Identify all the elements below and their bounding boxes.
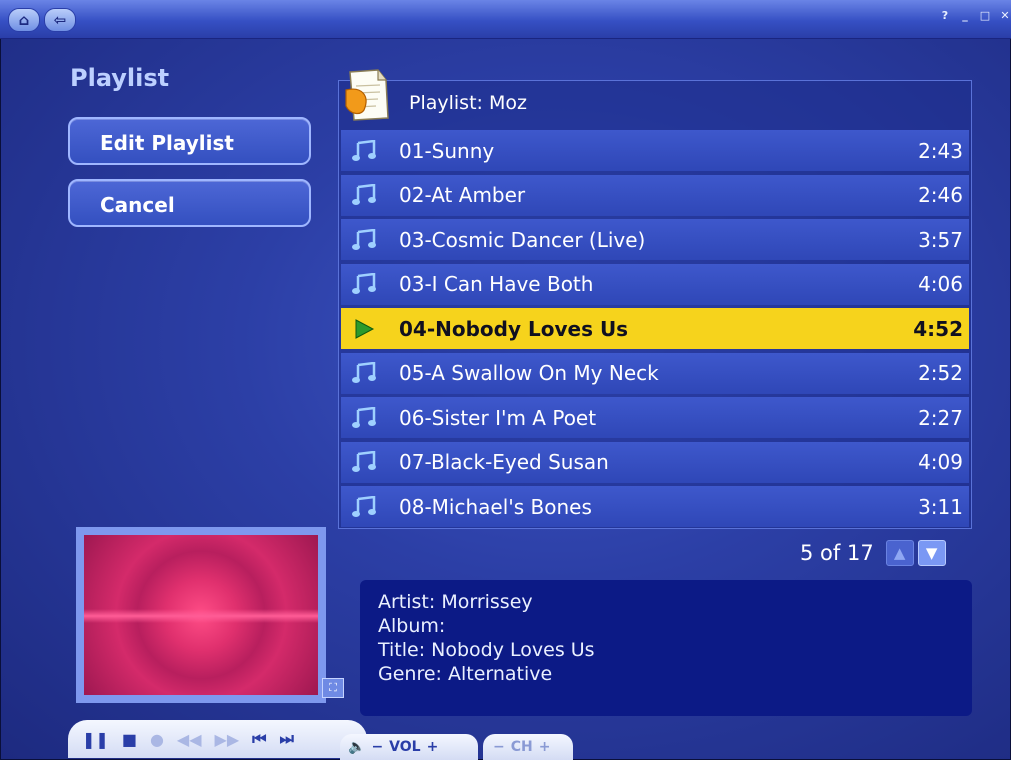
genre-field: Genre: Alternative — [378, 663, 553, 685]
track-row-selected[interactable]: 04-Nobody Loves Us 4:52 — [341, 308, 969, 349]
channel-down-icon[interactable]: − — [493, 739, 505, 755]
maximize-button[interactable]: □ — [978, 8, 992, 22]
section-title: Playlist — [70, 64, 170, 92]
track-row[interactable]: 05-A Swallow On My Neck 2:52 — [341, 352, 969, 394]
track-duration: 2:27 — [918, 405, 963, 430]
title-bar: ⌂ ⇦ ? _ □ ✕ — [0, 0, 1011, 39]
volume-up-icon[interactable]: + — [427, 739, 439, 755]
track-name: 03-Cosmic Dancer (Live) — [399, 227, 646, 252]
help-button[interactable]: ? — [938, 8, 952, 22]
music-note-icon — [347, 404, 381, 432]
play-icon — [347, 315, 381, 343]
track-duration: 2:46 — [918, 183, 963, 207]
scroll-up-button[interactable]: ▲ — [885, 540, 914, 566]
scroll-down-button[interactable]: ▼ — [917, 540, 946, 566]
track-name: 04-Nobody Loves Us — [399, 316, 629, 341]
home-icon[interactable]: ⌂ — [8, 8, 40, 32]
music-note-icon — [347, 137, 381, 165]
title-field: Title: Nobody Loves Us — [378, 639, 595, 661]
channel-up-icon[interactable]: + — [539, 739, 551, 755]
music-note-icon — [347, 270, 381, 298]
volume-down-icon[interactable]: − — [371, 739, 383, 755]
track-row[interactable]: 07-Black-Eyed Susan 4:09 — [341, 441, 969, 483]
track-name: 02-At Amber — [399, 183, 526, 207]
music-note-icon — [347, 493, 381, 521]
pause-icon[interactable]: ❚❚ — [82, 730, 109, 749]
fullscreen-icon[interactable]: ⛶ — [322, 678, 344, 698]
next-track-icon[interactable]: ⏭ — [280, 729, 294, 749]
previous-track-icon[interactable]: ⏮ — [252, 729, 266, 749]
music-note-icon — [347, 226, 381, 254]
fast-forward-icon[interactable]: ▶▶ — [215, 730, 240, 749]
visualization-frame[interactable] — [76, 527, 326, 703]
stop-icon[interactable]: ■ — [122, 730, 137, 749]
track-row[interactable]: 03-I Can Have Both 4:06 — [341, 263, 969, 305]
track-duration: 2:43 — [918, 138, 963, 163]
track-name: 07-Black-Eyed Susan — [399, 450, 609, 474]
transport-controls: ❚❚ ■ ● ◀◀ ▶▶ ⏮ ⏭ — [68, 720, 367, 758]
track-duration: 4:09 — [918, 450, 963, 474]
volume-controls: 🔈 − VOL + — [340, 734, 478, 760]
playlist-header: Playlist: Moz — [409, 92, 527, 114]
track-duration: 2:52 — [918, 361, 963, 385]
track-duration: 3:57 — [918, 227, 963, 252]
track-duration: 4:06 — [918, 272, 963, 296]
music-note-icon — [347, 359, 381, 387]
edit-playlist-button[interactable]: Edit Playlist — [68, 117, 311, 165]
track-name: 03-I Can Have Both — [399, 272, 594, 296]
close-button[interactable]: ✕ — [998, 8, 1011, 22]
volume-label: VOL — [389, 739, 421, 755]
record-icon[interactable]: ● — [150, 730, 164, 749]
back-arrow-icon[interactable]: ⇦ — [44, 8, 76, 32]
channel-label: CH — [510, 739, 533, 755]
track-row[interactable]: 08-Michael's Bones 3:11 — [341, 486, 969, 527]
page-indicator: 5 of 17 — [800, 541, 874, 565]
visualization — [84, 535, 318, 695]
track-row[interactable]: 02-At Amber 2:46 — [341, 174, 969, 216]
track-row[interactable]: 06-Sister I'm A Poet 2:27 — [341, 397, 969, 438]
track-name: 06-Sister I'm A Poet — [399, 405, 597, 430]
channel-controls: − CH + — [483, 734, 573, 760]
window-controls: ? _ □ ✕ — [938, 8, 1011, 24]
pager: 5 of 17 ▲ ▼ — [800, 538, 946, 568]
track-name: 08-Michael's Bones — [399, 494, 592, 519]
music-note-icon — [347, 181, 381, 209]
track-duration: 4:52 — [913, 316, 963, 341]
track-name: 05-A Swallow On My Neck — [399, 361, 659, 385]
track-duration: 3:11 — [918, 494, 963, 519]
track-row[interactable]: 03-Cosmic Dancer (Live) 3:57 — [341, 219, 969, 260]
track-info-panel: Artist: Morrissey Album: Title: Nobody L… — [360, 580, 972, 716]
artist-field: Artist: Morrissey — [378, 591, 533, 613]
track-name: 01-Sunny — [399, 138, 495, 163]
album-field: Album: — [378, 615, 446, 637]
cancel-button[interactable]: Cancel — [68, 179, 311, 227]
minimize-button[interactable]: _ — [958, 8, 972, 22]
mute-icon[interactable]: 🔈 — [348, 739, 365, 755]
track-list: 01-Sunny 2:43 02-At Amber 2:46 03-Cosmic… — [341, 130, 969, 531]
music-note-icon — [347, 448, 381, 476]
track-row[interactable]: 01-Sunny 2:43 — [341, 130, 969, 171]
rewind-icon[interactable]: ◀◀ — [177, 730, 202, 749]
